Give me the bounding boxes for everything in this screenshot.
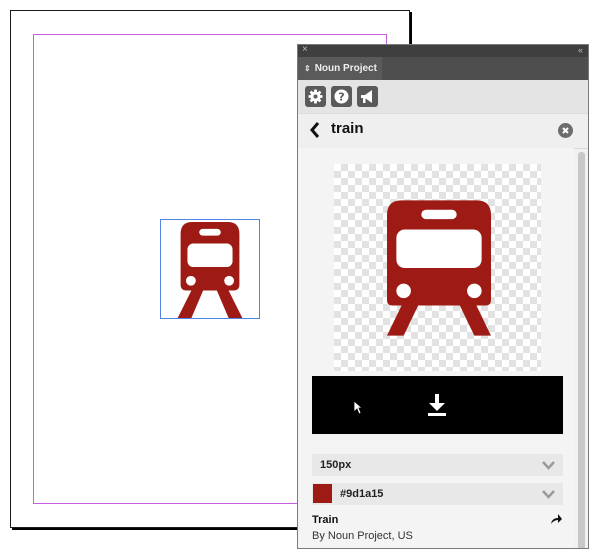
share-icon[interactable]	[550, 513, 563, 525]
search-header: train	[298, 114, 588, 149]
chevron-down-icon	[542, 459, 555, 471]
panel-tab-row: ⇕ Noun Project	[298, 57, 588, 80]
train-icon	[177, 221, 243, 318]
download-bar[interactable]	[312, 376, 563, 434]
noun-project-panel: × ‹‹ ⇕ Noun Project ? train 150px #9d1a1…	[297, 44, 589, 549]
mouse-cursor-icon	[353, 400, 363, 415]
clear-icon[interactable]	[558, 123, 573, 138]
settings-button[interactable]	[305, 86, 326, 107]
size-value: 150px	[320, 459, 352, 471]
icon-author: By Noun Project, US	[312, 530, 413, 542]
tab-arrows-icon: ⇕	[304, 64, 311, 73]
panel-toolbar: ?	[298, 80, 588, 114]
color-select[interactable]: #9d1a15	[312, 483, 563, 505]
size-select[interactable]: 150px	[312, 454, 563, 476]
download-icon[interactable]	[426, 393, 448, 417]
placed-train-frame[interactable]	[160, 219, 260, 319]
tab-label: Noun Project	[314, 63, 377, 74]
announcements-button[interactable]	[357, 86, 378, 107]
chevron-left-icon[interactable]	[309, 121, 321, 139]
panel-title-strip: × ‹‹	[298, 45, 588, 57]
help-icon: ?	[334, 89, 349, 104]
icon-detail: 150px #9d1a15 Train By Noun Project, US	[298, 148, 574, 548]
panel-collapse-button[interactable]: ‹‹	[578, 45, 583, 57]
train-icon	[387, 200, 491, 336]
panel-scrollbar[interactable]	[578, 152, 585, 548]
tab-noun-project[interactable]: ⇕ Noun Project	[298, 57, 382, 80]
color-hex: #9d1a15	[340, 488, 384, 500]
gear-icon	[308, 89, 323, 104]
color-swatch[interactable]	[313, 484, 332, 503]
panel-close-button[interactable]: ×	[302, 45, 308, 57]
chevron-down-icon	[542, 488, 555, 500]
icon-name: Train	[312, 514, 339, 526]
search-term: train	[331, 120, 364, 137]
megaphone-icon	[361, 90, 372, 103]
help-button[interactable]: ?	[331, 86, 352, 107]
svg-text:?: ?	[338, 91, 344, 104]
icon-preview	[334, 164, 541, 371]
